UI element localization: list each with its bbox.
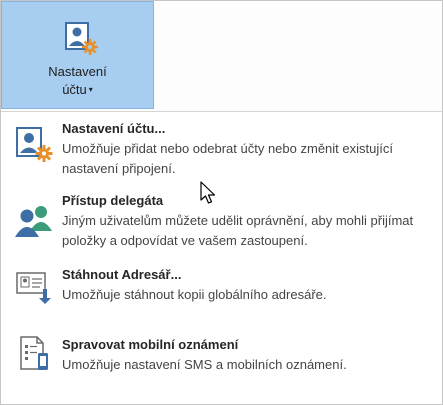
download-address-book-icon: [16, 272, 51, 304]
menu-item-description: Umožňuje nastavení SMS a mobilních oznám…: [62, 357, 347, 372]
account-settings-icon: [65, 22, 98, 55]
menu-item-download-address-book[interactable]: Stáhnout Adresář... Umožňuje stáhnout ko…: [1, 265, 442, 315]
button-label-line2: účtu ▾: [2, 82, 153, 97]
button-label-line1: Nastavení: [48, 64, 107, 79]
chevron-down-icon: ▾: [88, 85, 93, 94]
ribbon-area: Nastavení účtu ▾: [1, 1, 442, 112]
menu-item-description: Umožňuje stáhnout kopii globálního adres…: [62, 287, 327, 302]
account-settings-menu: Nastavení účtu... Umožňuje přidat nebo o…: [1, 111, 442, 404]
menu-item-title: Stáhnout Adresář...: [62, 267, 182, 282]
menu-item-description: Umožňuje přidat nebo odebrat účty nebo z…: [62, 141, 393, 176]
menu-item-description: Jiným uživatelům můžete udělit oprávnění…: [62, 213, 414, 248]
delegate-access-icon: [15, 206, 52, 237]
menu-item-title: Přístup delegáta: [62, 193, 164, 208]
menu-item-title: Nastavení účtu...: [62, 121, 166, 136]
menu-item-delegate-access[interactable]: Přístup delegáta Jiným uživatelům můžete…: [1, 191, 442, 257]
account-settings-dropdown-button[interactable]: Nastavení účtu ▾: [1, 1, 154, 109]
dropdown-window: Nastavení účtu ▾ Nastavení účtu... Umožň…: [0, 0, 443, 405]
mouse-cursor-icon: [200, 181, 216, 204]
account-settings-icon: [16, 127, 53, 162]
menu-item-account-settings[interactable]: Nastavení účtu... Umožňuje přidat nebo o…: [1, 119, 442, 185]
menu-item-mobile-notifications[interactable]: Spravovat mobilní oznámení Umožňuje nast…: [1, 333, 442, 383]
menu-item-title: Spravovat mobilní oznámení: [62, 337, 239, 352]
mobile-notifications-icon: [20, 336, 48, 370]
button-label-text: účtu: [62, 82, 87, 97]
